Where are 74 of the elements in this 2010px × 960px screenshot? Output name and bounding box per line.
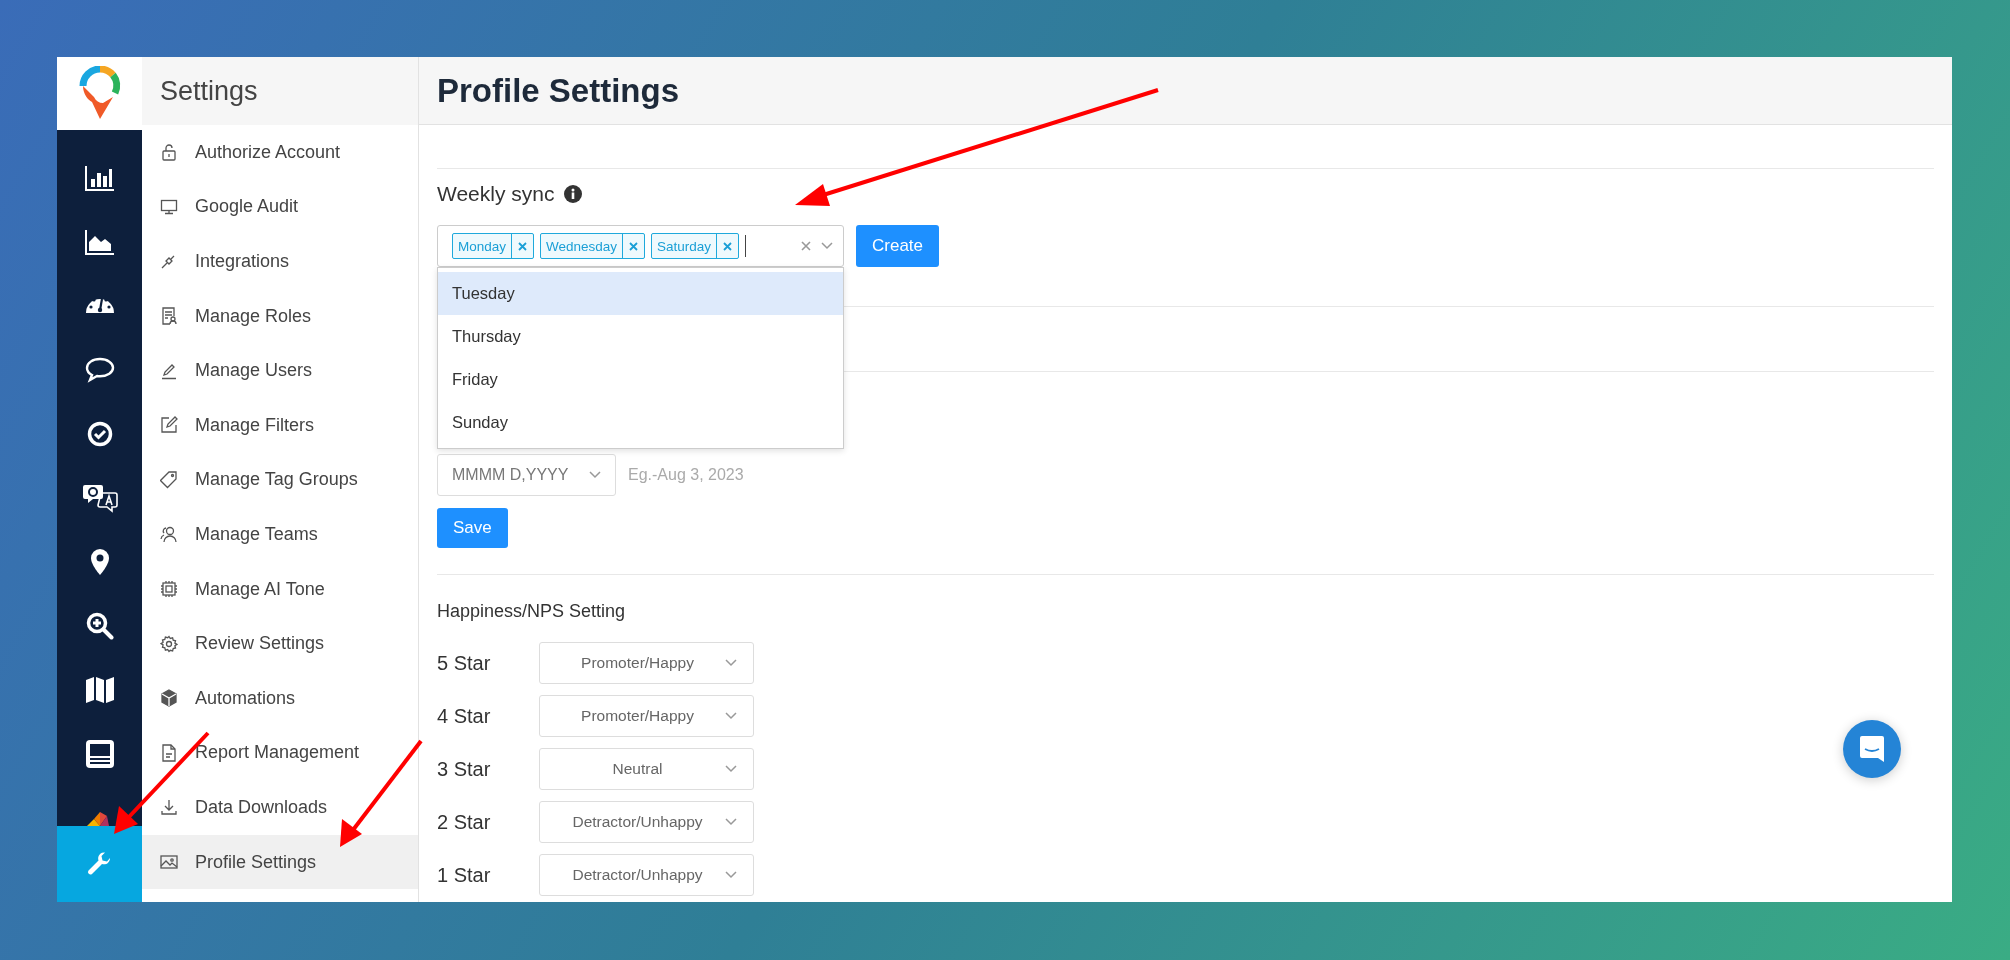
sidebar-item[interactable]: Authorize Account bbox=[142, 125, 418, 180]
weekday-tag: Wednesday bbox=[540, 233, 646, 259]
sidebar-item[interactable]: Integrations bbox=[142, 234, 418, 289]
nps-category-select[interactable]: Promoter/Happy bbox=[539, 642, 754, 684]
weekday-tag: Monday bbox=[452, 233, 535, 259]
wrench-icon bbox=[86, 851, 113, 877]
tag-icon bbox=[160, 470, 178, 489]
nps-category-select[interactable]: Detractor/Unhappy bbox=[539, 854, 754, 896]
section-label: Happiness/NPS Setting bbox=[437, 601, 627, 622]
sidebar-item[interactable]: Review Settings bbox=[142, 616, 418, 671]
edit-icon bbox=[160, 416, 178, 435]
clear-icon[interactable] bbox=[801, 241, 811, 251]
page-title: Profile Settings bbox=[437, 71, 680, 110]
chat-icon bbox=[1859, 735, 1885, 763]
sidebar-title: Settings bbox=[160, 75, 258, 107]
file-icon bbox=[160, 743, 178, 762]
date-format-example: Eg.-Aug 3, 2023 bbox=[628, 466, 744, 484]
question-answer-icon bbox=[81, 483, 118, 513]
text-cursor bbox=[745, 235, 747, 257]
download-icon bbox=[160, 798, 178, 817]
bar-chart-icon bbox=[84, 165, 115, 191]
sidebar-item[interactable]: Data Downloads bbox=[142, 780, 418, 835]
sidebar-item[interactable]: Manage Roles bbox=[142, 288, 418, 344]
nps-category-select[interactable]: Detractor/Unhappy bbox=[539, 801, 754, 843]
sidebar-item[interactable]: Manage Teams bbox=[142, 507, 418, 562]
sidebar-item[interactable]: Report Management bbox=[142, 725, 418, 781]
chip-icon bbox=[160, 580, 178, 599]
gauge-icon bbox=[84, 299, 115, 313]
dropdown-option[interactable]: Sunday bbox=[438, 401, 843, 444]
settings-icon bbox=[160, 634, 178, 653]
speech-bubble-icon bbox=[84, 357, 115, 383]
nps-category-select[interactable]: Neutral bbox=[539, 748, 754, 790]
map-pin-icon bbox=[89, 548, 110, 576]
star-rating-label: 2 Star bbox=[437, 810, 492, 834]
chevron-down-icon bbox=[821, 242, 833, 250]
date-format-select[interactable]: MMMM D,YYYY bbox=[437, 454, 616, 496]
dropdown-option[interactable]: Tuesday bbox=[438, 272, 843, 315]
close-icon bbox=[518, 241, 528, 251]
chevron-down-icon bbox=[589, 471, 601, 479]
users-icon bbox=[160, 525, 178, 544]
info-icon bbox=[564, 185, 583, 203]
chevron-down-icon bbox=[725, 871, 737, 879]
monitor-icon bbox=[160, 197, 178, 216]
sidebar-item[interactable]: Manage Tag Groups bbox=[142, 452, 418, 508]
sidebar-item[interactable]: Manage Filters bbox=[142, 397, 418, 453]
dropdown-option[interactable]: Thursday bbox=[438, 315, 843, 358]
sidebar-item[interactable]: Automations bbox=[142, 670, 418, 726]
chevron-down-icon bbox=[725, 712, 737, 720]
star-rating-label: 5 Star bbox=[437, 651, 492, 675]
chevron-down-icon bbox=[725, 765, 737, 773]
close-icon bbox=[723, 241, 733, 251]
star-rating-label: 4 Star bbox=[437, 704, 492, 728]
sidebar-item[interactable]: Profile Settings bbox=[142, 834, 418, 890]
sidebar-item[interactable]: Google Audit bbox=[142, 179, 418, 235]
star-rating-label: 3 Star bbox=[437, 757, 492, 781]
close-icon bbox=[629, 241, 639, 251]
section-label: Weekly sync bbox=[437, 182, 555, 206]
area-chart-icon bbox=[84, 229, 115, 255]
sidebar-item[interactable]: Manage Users bbox=[142, 343, 418, 398]
sidebar-item[interactable]: Manage AI Tone bbox=[142, 561, 418, 617]
dropdown-option[interactable]: Friday bbox=[438, 358, 843, 401]
monitor-icon bbox=[84, 739, 115, 769]
star-rating-label: 1 Star bbox=[437, 863, 492, 887]
cube-icon bbox=[160, 689, 178, 708]
lock-icon bbox=[160, 143, 178, 162]
chevron-down-icon bbox=[725, 659, 737, 667]
zoom-in-icon bbox=[85, 612, 114, 640]
map-icon bbox=[84, 676, 115, 704]
chevron-down-icon bbox=[725, 818, 737, 826]
nps-category-select[interactable]: Promoter/Happy bbox=[539, 695, 754, 737]
document-person-icon bbox=[160, 307, 178, 326]
check-circle-icon bbox=[86, 421, 113, 447]
weekday-tag: Saturday bbox=[651, 233, 740, 259]
image-icon bbox=[160, 853, 178, 871]
